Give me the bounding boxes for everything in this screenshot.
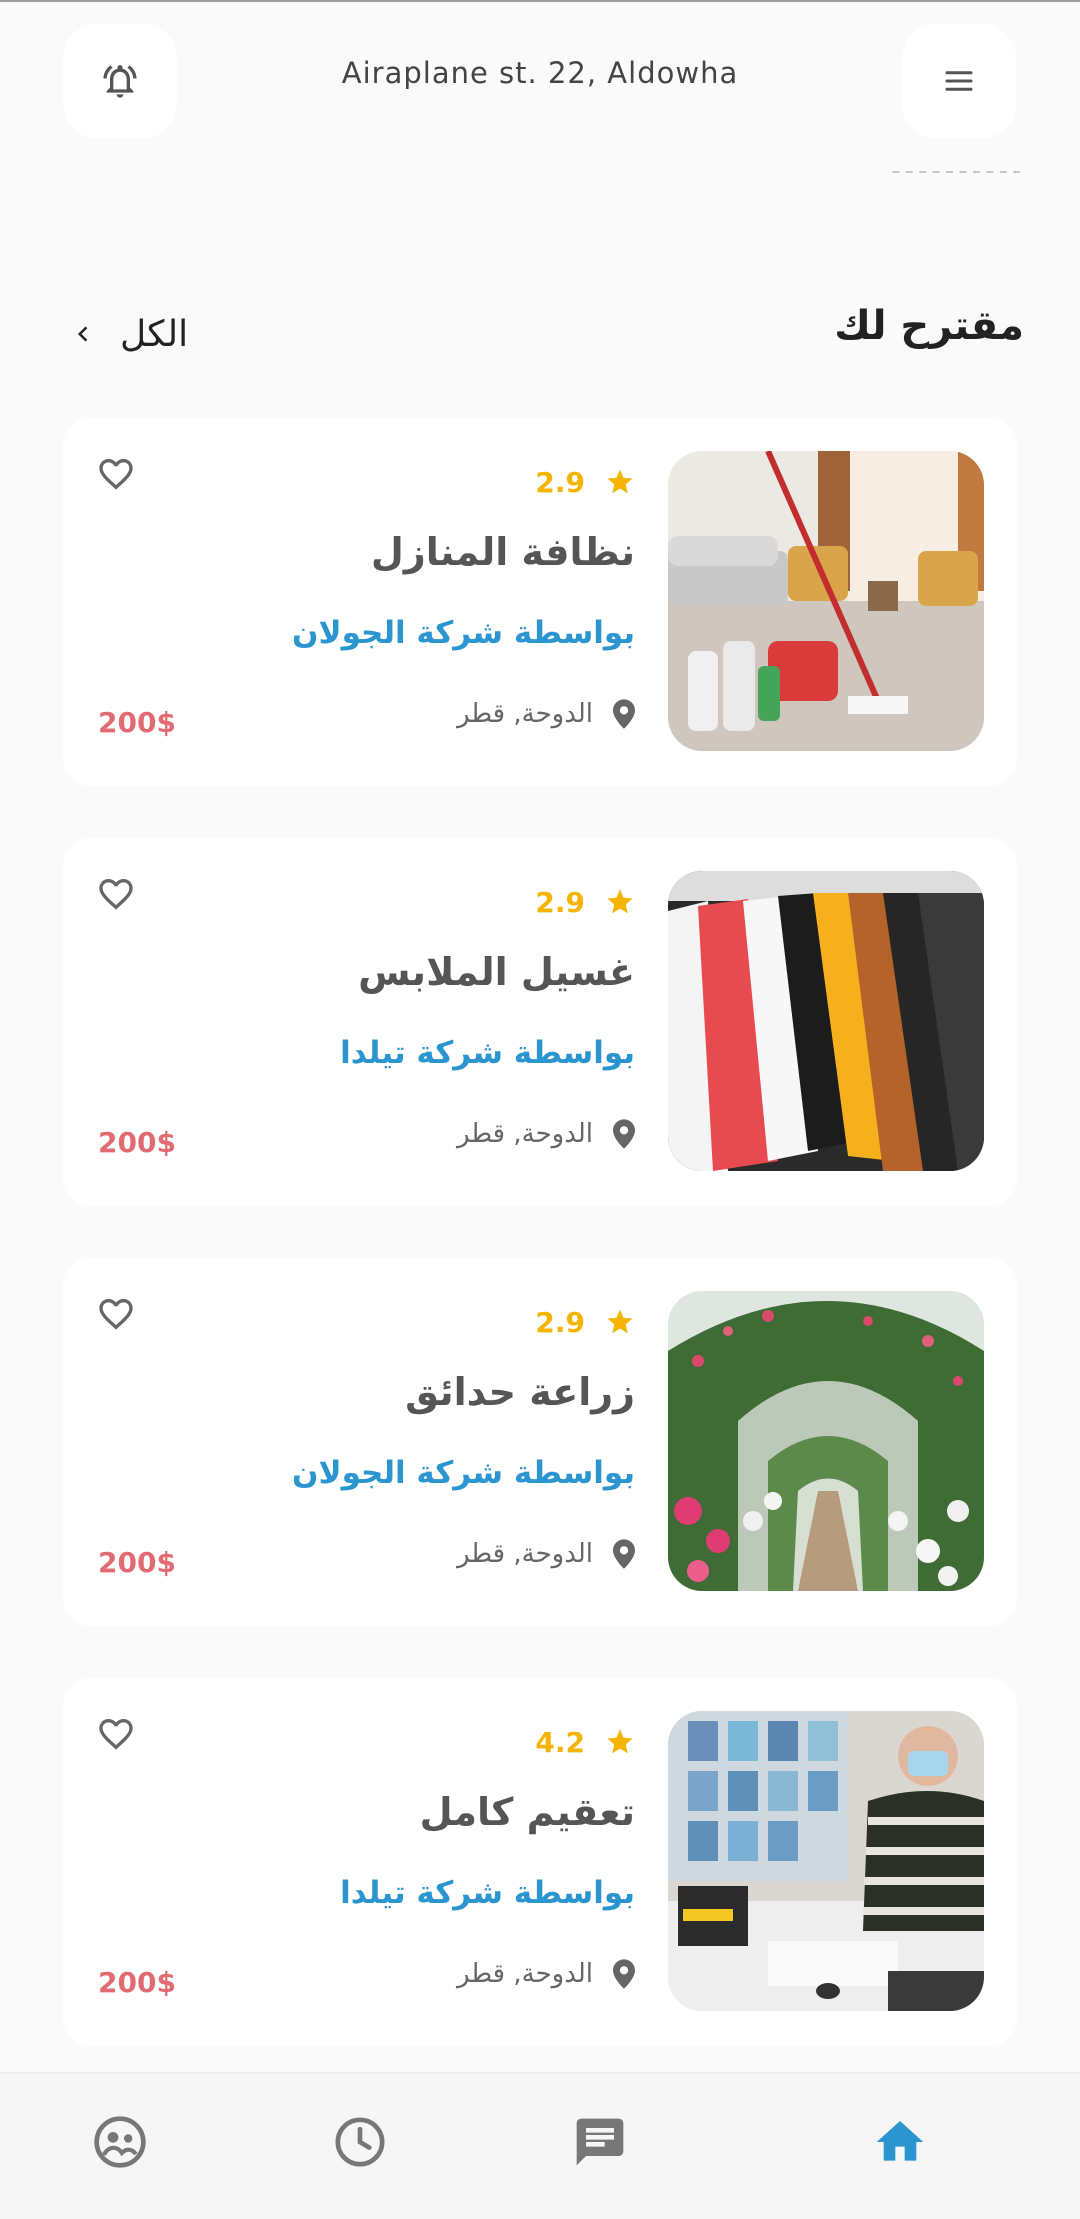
location-text: الدوحة, قطر [457, 1539, 593, 1569]
rating: 2.9 [535, 462, 635, 502]
location-text: الدوحة, قطر [457, 1959, 593, 1989]
service-company[interactable]: بواسطة شركة الجولان [292, 1455, 635, 1491]
service-card[interactable]: 4.2 تعقيم كامل بواسطة شركة تيلدا الدوحة,… [63, 1678, 1017, 2046]
favorite-heart-icon[interactable] [96, 874, 136, 914]
service-price: 200$ [98, 1126, 176, 1159]
star-icon [607, 889, 633, 914]
service-image [668, 1291, 984, 1591]
star-icon [607, 469, 633, 494]
service-title: تعقيم كامل [419, 1790, 635, 1834]
service-title: زراعة حدائق [405, 1370, 635, 1414]
service-title: غسيل الملابس [358, 950, 635, 994]
star-icon [607, 1309, 633, 1334]
service-price: 200$ [98, 1546, 176, 1579]
menu-button[interactable] [902, 24, 1016, 138]
service-company[interactable]: بواسطة شركة تيلدا [340, 1035, 635, 1071]
see-all-label: الكل [120, 313, 189, 355]
service-image [668, 451, 984, 751]
bell-ring-icon [103, 65, 137, 98]
service-title: نظافة المنازل [370, 530, 635, 574]
service-location: الدوحة, قطر [457, 1954, 635, 1994]
service-price: 200$ [98, 706, 176, 739]
star-icon [607, 1729, 633, 1754]
rating-value: 4.2 [535, 1725, 585, 1759]
favorite-heart-icon[interactable] [96, 1714, 136, 1754]
profile-icon [94, 2116, 146, 2168]
favorite-heart-icon[interactable] [96, 454, 136, 494]
hamburger-menu-icon [945, 71, 973, 91]
see-all-link[interactable]: الكل [68, 306, 188, 362]
rating: 2.9 [535, 1302, 635, 1342]
location-pin-icon [613, 1539, 635, 1569]
location-pin-icon [613, 1959, 635, 1989]
notifications-button[interactable] [63, 24, 177, 138]
service-location: الدوحة, قطر [457, 1534, 635, 1574]
section-title: مقترح لك [834, 303, 1024, 349]
location-pin-icon [613, 1119, 635, 1149]
service-image [668, 871, 984, 1171]
favorite-heart-icon[interactable] [96, 1294, 136, 1334]
location-pin-icon [613, 699, 635, 729]
app-header: Airaplane st. 22, Aldowha [0, 0, 1080, 160]
service-company[interactable]: بواسطة شركة تيلدا [340, 1875, 635, 1911]
service-card[interactable]: 2.9 زراعة حدائق بواسطة شركة الجولان الدو… [63, 1258, 1017, 1626]
rating-value: 2.9 [535, 1305, 585, 1339]
service-location: الدوحة, قطر [457, 1114, 635, 1154]
nav-profile[interactable] [92, 2114, 148, 2170]
nav-home[interactable] [872, 2114, 928, 2170]
bottom-navigation [0, 2072, 1080, 2219]
rating-value: 2.9 [535, 885, 585, 919]
rating: 2.9 [535, 882, 635, 922]
nav-history[interactable] [332, 2114, 388, 2170]
service-company[interactable]: بواسطة شركة الجولان [292, 615, 635, 651]
service-location: الدوحة, قطر [457, 694, 635, 734]
scrolled-category-row: ـ ـ ـ ـ ـ ـ ـ ـ ـ ـ [60, 168, 1020, 198]
clock-icon [335, 2117, 385, 2167]
delivery-address[interactable]: Airaplane st. 22, Aldowha [250, 56, 830, 90]
service-card[interactable]: 2.9 غسيل الملابس بواسطة شركة تيلدا الدوح… [63, 838, 1017, 1206]
service-card[interactable]: 2.9 نظافة المنازل بواسطة شركة الجولان ال… [63, 418, 1017, 786]
home-icon [876, 2121, 924, 2161]
service-price: 200$ [98, 1966, 176, 1999]
nav-messages[interactable] [572, 2114, 628, 2170]
location-text: الدوحة, قطر [457, 699, 593, 729]
chevron-left-icon [78, 326, 88, 342]
chat-icon [576, 2118, 624, 2166]
service-image [668, 1711, 984, 2011]
rating: 4.2 [535, 1722, 635, 1762]
rating-value: 2.9 [535, 465, 585, 499]
location-text: الدوحة, قطر [457, 1119, 593, 1149]
